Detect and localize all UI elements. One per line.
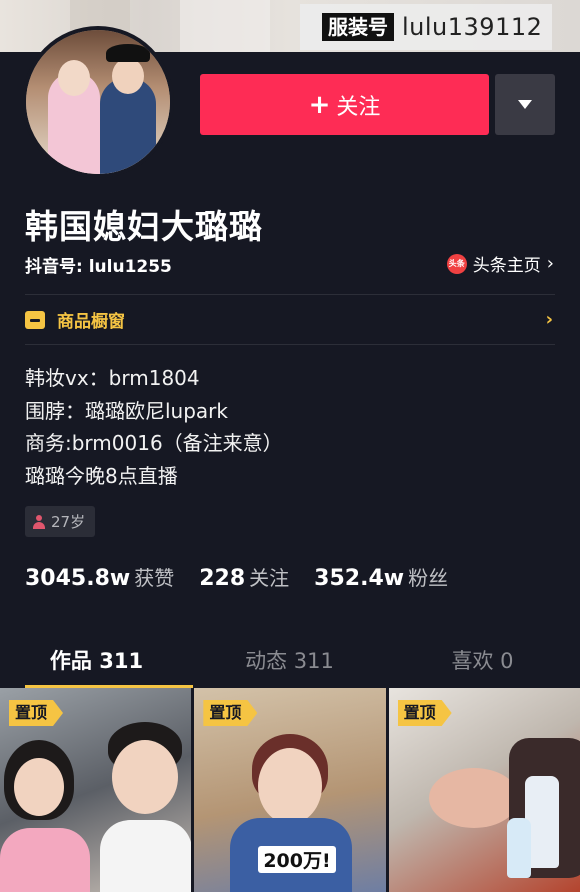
- banner-tag-value: lulu139112: [402, 13, 543, 41]
- pinned-badge: 置顶: [203, 700, 257, 726]
- female-person-icon: [33, 514, 45, 529]
- stat-label: 粉丝: [408, 566, 449, 590]
- follow-button[interactable]: + 关注: [200, 74, 489, 135]
- toutiao-homepage-link[interactable]: 头条 头条主页 ›: [446, 251, 554, 276]
- divider: [25, 294, 555, 295]
- avatar-image: [26, 30, 170, 174]
- content-tabs: 作品 311 动态 311 喜欢 0: [0, 636, 580, 688]
- video-grid: 置顶 置顶 200万! 置顶: [0, 688, 580, 892]
- avatar[interactable]: [22, 26, 174, 178]
- stat-value: 352.4w: [314, 566, 405, 591]
- shop-label: 商品橱窗: [57, 312, 125, 332]
- bio-line: 围脖：璐璐欧尼lupark: [25, 398, 228, 423]
- toutiao-icon: 头条: [446, 253, 467, 274]
- chevron-right-icon: ›: [546, 253, 554, 274]
- pinned-badge: 置顶: [9, 700, 63, 726]
- video-thumbnail[interactable]: 置顶 200万!: [194, 688, 386, 892]
- banner-clothing-tag: 服装号 lulu139112: [300, 4, 552, 50]
- banner-tag-key: 服装号: [322, 13, 394, 41]
- video-thumbnail[interactable]: 置顶: [388, 688, 580, 892]
- toutiao-label: 头条主页: [472, 256, 541, 276]
- douyin-id: 抖音号: lulu1255: [25, 257, 172, 277]
- more-options-button[interactable]: [495, 74, 555, 135]
- stat-label: 关注: [249, 566, 290, 590]
- profile-stats: 3045.8w 获赞 228 关注 352.4w 粉丝: [25, 562, 473, 591]
- profile-page: 服装号 lulu139112 + 关注 韩国媳妇大璐璐 抖音号: lulu125…: [0, 0, 580, 892]
- profile-name: 韩国媳妇大璐璐: [25, 207, 263, 246]
- chevron-right-icon: ›: [545, 309, 553, 330]
- pinned-badge: 置顶: [398, 700, 452, 726]
- caret-down-icon: [518, 100, 532, 109]
- bio-line: 璐璐今晚8点直播: [25, 463, 178, 488]
- age-badge: 27岁: [25, 506, 96, 537]
- bio-line: 商务:brm0016（备注来意）: [25, 431, 283, 455]
- stat-value: 228: [199, 566, 246, 591]
- tab-works[interactable]: 作品 311: [0, 636, 193, 688]
- stat-value: 3045.8w: [25, 566, 131, 591]
- video-thumbnail[interactable]: 置顶: [0, 688, 192, 892]
- stat-following[interactable]: 228 关注: [199, 562, 289, 591]
- age-label: 27岁: [51, 513, 86, 531]
- stat-label: 获赞: [134, 566, 175, 590]
- divider: [25, 344, 555, 345]
- banner-decoration: [180, 0, 270, 52]
- profile-bio: 韩妆vx：brm1804 围脖：璐璐欧尼lupark 商务:brm0016（备注…: [25, 362, 283, 492]
- bio-line: 韩妆vx：brm1804: [25, 366, 200, 390]
- stat-likes: 3045.8w 获赞: [25, 562, 174, 591]
- video-caption: 200万!: [258, 846, 336, 873]
- follow-button-label: 关注: [336, 94, 381, 120]
- plus-icon: +: [308, 89, 331, 120]
- tab-likes[interactable]: 喜欢 0: [386, 636, 579, 688]
- shop-window-link[interactable]: 商品橱窗 ›: [25, 307, 555, 332]
- shop-icon: [25, 310, 45, 329]
- stat-followers[interactable]: 352.4w 粉丝: [314, 562, 448, 591]
- tab-updates[interactable]: 动态 311: [193, 636, 386, 688]
